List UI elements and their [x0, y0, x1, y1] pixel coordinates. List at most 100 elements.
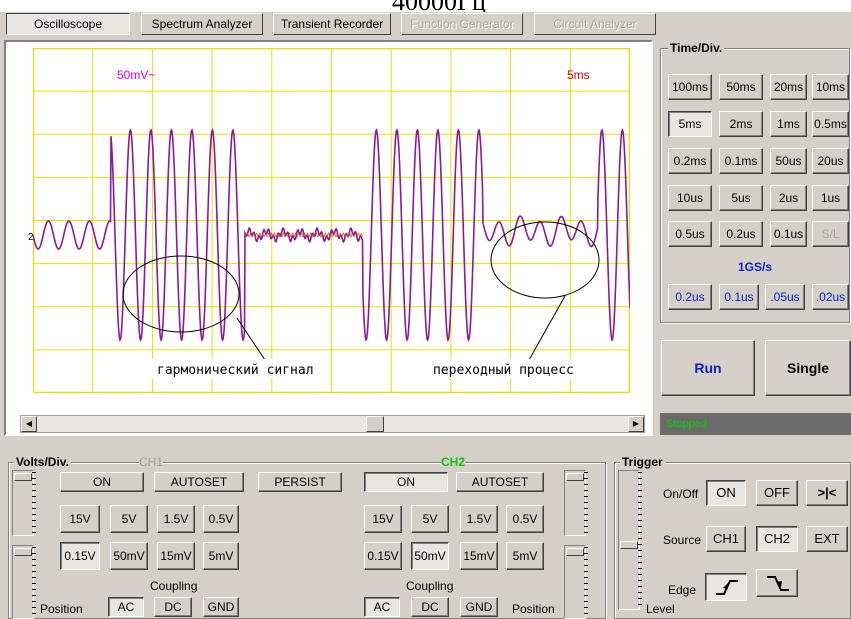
timediv-button[interactable]: 20ms [770, 74, 807, 100]
waveform-plot: 50mV~ гармонический сигнал переходный пр… [33, 48, 630, 393]
trigger-off-button[interactable]: OFF [756, 480, 798, 506]
ch2-on-button[interactable]: ON [364, 472, 448, 492]
persist-button[interactable]: PERSIST [258, 472, 342, 492]
ch1-on-button[interactable]: ON [60, 472, 144, 492]
trigger-title: Trigger [620, 455, 665, 469]
rising-edge-icon [716, 580, 738, 595]
ch2-coupling-dc-button[interactable]: DC [411, 597, 449, 617]
scope-screen: 50mV~ гармонический сигнал переходный пр… [33, 48, 630, 393]
timediv-button[interactable]: 20us [812, 148, 849, 174]
falling-edge-icon [767, 576, 789, 591]
trigger-on-button[interactable]: ON [706, 480, 746, 506]
trigger-single-shot-button[interactable]: >|< [806, 480, 848, 506]
timediv-button[interactable]: 0.2us [719, 221, 763, 247]
ch2-volts-button[interactable]: 0.15V [364, 542, 402, 570]
tab-function-generator: Function Generator [401, 13, 523, 35]
ch2-coupling-label: Coupling [406, 579, 454, 593]
timediv-button[interactable]: 1ms [770, 111, 807, 137]
fast-timediv-button[interactable]: 0.2us [668, 284, 712, 310]
fast-timediv-button[interactable]: 0.1us [719, 284, 759, 310]
scroll-left-button[interactable]: ◀ [21, 416, 37, 432]
ch1-coupling-gnd-button[interactable]: GND [203, 597, 239, 617]
source-ch2-button[interactable]: CH2 [756, 526, 798, 552]
fast-timediv-button[interactable]: .02us [812, 284, 849, 310]
ch1-volts-slider[interactable] [12, 470, 34, 536]
horizontal-scrollbar[interactable]: ◀ ▶ [20, 415, 645, 433]
voltsdiv-title: Volts/Div. [14, 455, 71, 469]
ch2-volts-button[interactable]: 50mV [411, 542, 449, 570]
source-ext-button[interactable]: EXT [806, 526, 848, 552]
scroll-right-button[interactable]: ▶ [628, 416, 644, 432]
ch2-volts-button[interactable]: 5V [411, 505, 449, 533]
ch2-position-slider[interactable] [564, 545, 586, 619]
ch2-volts-button[interactable]: 15V [364, 505, 402, 533]
ch2-autoset-button[interactable]: AUTOSET [456, 472, 544, 492]
timebase-text: 5ms [567, 68, 590, 82]
ch1-volts-button[interactable]: 15mV [157, 542, 195, 570]
graticule [33, 48, 630, 393]
timediv-button[interactable]: 0.1us [770, 221, 807, 247]
timediv-button[interactable]: 1us [812, 185, 849, 211]
scroll-thumb[interactable] [366, 416, 384, 432]
annotation-harmonic-signal: гармонический сигнал [157, 363, 314, 378]
timediv-button[interactable]: 0.5ms [812, 111, 849, 137]
ground-marker: 2 [28, 232, 34, 243]
edge-rising-button[interactable] [705, 573, 747, 601]
ch2-coupling-ac-button[interactable]: AC [364, 597, 400, 617]
ch2-volts-button[interactable]: 15mV [460, 542, 498, 570]
tab-oscilloscope[interactable]: Oscilloscope [6, 13, 130, 35]
ch1-position-label: Position [40, 602, 83, 616]
ch1-scale-text: 50mV~ [117, 68, 156, 82]
fast-timediv-button[interactable]: .05us [765, 284, 805, 310]
tab-spectrum-analyzer[interactable]: Spectrum Analyzer [141, 13, 263, 35]
annotation-transient-process: переходный процесс [433, 363, 574, 378]
timediv-button[interactable]: 100ms [668, 74, 712, 100]
timediv-button: S/L [812, 221, 849, 247]
sample-rate-label: 1GS/s [738, 260, 773, 274]
single-button[interactable]: Single [765, 340, 851, 396]
timediv-title: Time/Div. [668, 41, 725, 55]
ch1-position-slider[interactable] [12, 545, 34, 619]
timediv-button[interactable]: 2us [770, 185, 807, 211]
ch2-volts-button[interactable]: 1.5V [460, 505, 498, 533]
timediv-button[interactable]: 50us [770, 148, 807, 174]
trigger-onoff-label: On/Off [663, 487, 699, 501]
ch1-coupling-label: Coupling [150, 579, 198, 593]
timediv-button[interactable]: 0.5us [668, 221, 712, 247]
ch2-volts-button[interactable]: 5mV [506, 542, 544, 570]
ch1-volts-button[interactable]: 50mV [110, 542, 148, 570]
source-ch1-button[interactable]: CH1 [706, 526, 746, 552]
ch1-name: CH1 [139, 455, 164, 469]
ch1-volts-button[interactable]: 5mV [203, 542, 239, 570]
ch2-coupling-gnd-button[interactable]: GND [460, 597, 498, 617]
timediv-button[interactable]: 2ms [719, 111, 763, 137]
pointer-line-harmonic [236, 317, 266, 361]
ch1-volts-button[interactable]: 5V [110, 505, 148, 533]
timediv-button[interactable]: 50ms [719, 74, 763, 100]
ch1-volts-button[interactable]: 1.5V [157, 505, 195, 533]
trigger-level-slider[interactable] [618, 470, 640, 610]
tab-transient-recorder[interactable]: Transient Recorder [273, 13, 391, 35]
trigger-level-label: Level [646, 602, 675, 616]
run-button[interactable]: Run [661, 340, 755, 396]
pointer-line-transient [528, 295, 566, 361]
ch1-volts-button[interactable]: 0.5V [203, 505, 239, 533]
ch1-coupling-ac-button[interactable]: AC [108, 597, 144, 617]
ch1-autoset-button[interactable]: AUTOSET [154, 472, 244, 492]
ch1-volts-button[interactable]: 0.15V [60, 542, 100, 570]
timediv-button[interactable]: 0.2ms [668, 148, 712, 174]
timediv-button[interactable]: 5ms [668, 111, 712, 137]
timediv-button[interactable]: 0.1ms [719, 148, 763, 174]
instrument-tabs: Oscilloscope Spectrum Analyzer Transient… [4, 11, 684, 39]
ch2-volts-slider[interactable] [564, 470, 586, 536]
timediv-button[interactable]: 5us [719, 185, 763, 211]
timediv-button[interactable]: 10ms [812, 74, 849, 100]
ch2-position-label: Position [512, 602, 555, 616]
trigger-source-label: Source [663, 533, 702, 547]
ch1-coupling-dc-button[interactable]: DC [154, 597, 192, 617]
ch2-volts-button[interactable]: 0.5V [506, 505, 544, 533]
edge-falling-button[interactable] [756, 569, 798, 597]
timediv-button[interactable]: 10us [668, 185, 712, 211]
status-bar: Stopped [660, 413, 851, 435]
ch1-volts-button[interactable]: 15V [60, 505, 100, 533]
